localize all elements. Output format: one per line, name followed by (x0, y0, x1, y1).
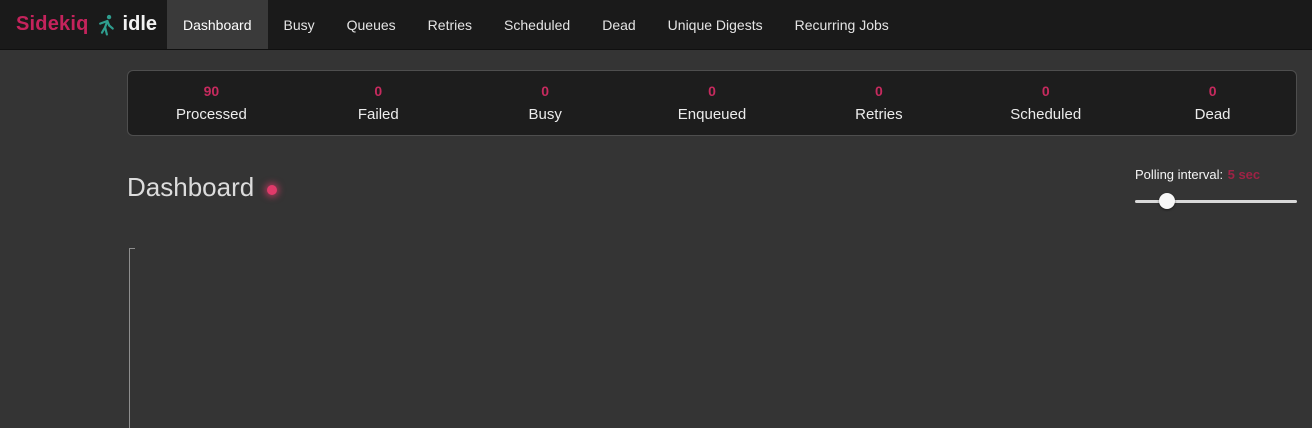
stat-retries-label: Retries (795, 106, 962, 123)
stat-scheduled-value: 0 (962, 83, 1129, 99)
stat-failed-value: 0 (295, 83, 462, 99)
live-beacon-dot (267, 185, 277, 195)
stat-retries-value: 0 (795, 83, 962, 99)
status-text: idle (123, 13, 157, 36)
nav-item-unique-digests[interactable]: Unique Digests (652, 0, 779, 49)
chart-y-axis (129, 248, 130, 428)
main-container: 90 Processed 0 Failed 0 Busy 0 Enqueued … (127, 70, 1297, 428)
stats-summary-bar: 90 Processed 0 Failed 0 Busy 0 Enqueued … (127, 70, 1297, 136)
nav-item-dead[interactable]: Dead (586, 0, 651, 49)
realtime-dashboard-chart (127, 248, 1297, 428)
stat-busy-label: Busy (462, 106, 629, 123)
stat-processed-value: 90 (128, 83, 295, 99)
stat-retries[interactable]: 0 Retries (795, 83, 962, 123)
polling-interval-control: Polling interval: 5 sec (1135, 166, 1297, 209)
brand-title: Sidekiq (16, 13, 89, 36)
nav-list: Dashboard Busy Queues Retries Scheduled … (167, 0, 905, 49)
stat-enqueued-value: 0 (629, 83, 796, 99)
stat-enqueued-label: Enqueued (629, 106, 796, 123)
page-title: Dashboard (127, 172, 254, 203)
polling-interval-value[interactable]: 5 sec (1228, 167, 1261, 182)
nav-item-busy[interactable]: Busy (268, 0, 331, 49)
nav-item-retries[interactable]: Retries (412, 0, 488, 49)
nav-item-scheduled[interactable]: Scheduled (488, 0, 586, 49)
stat-processed[interactable]: 90 Processed (128, 83, 295, 123)
stat-scheduled[interactable]: 0 Scheduled (962, 83, 1129, 123)
polling-interval-slider[interactable] (1135, 193, 1297, 209)
stat-processed-label: Processed (128, 106, 295, 123)
sidekiq-figure-icon (97, 13, 115, 37)
stat-dead[interactable]: 0 Dead (1129, 83, 1296, 123)
navbar: Sidekiq idle Dashboard Busy Queues Retri… (0, 0, 1312, 50)
stat-failed-label: Failed (295, 106, 462, 123)
brand-link[interactable]: Sidekiq idle (0, 0, 167, 49)
nav-item-dashboard[interactable]: Dashboard (167, 0, 268, 49)
stat-dead-label: Dead (1129, 106, 1296, 123)
stat-failed[interactable]: 0 Failed (295, 83, 462, 123)
page-title-wrap: Dashboard (127, 166, 1297, 203)
nav-item-recurring-jobs[interactable]: Recurring Jobs (779, 0, 905, 49)
slider-thumb[interactable] (1159, 193, 1175, 209)
page-header: Dashboard Polling interval: 5 sec (127, 166, 1297, 218)
stat-dead-value: 0 (1129, 83, 1296, 99)
polling-interval-label: Polling interval: (1135, 167, 1223, 182)
stat-busy[interactable]: 0 Busy (462, 83, 629, 123)
stat-enqueued[interactable]: 0 Enqueued (629, 83, 796, 123)
stat-busy-value: 0 (462, 83, 629, 99)
stat-scheduled-label: Scheduled (962, 106, 1129, 123)
nav-item-queues[interactable]: Queues (331, 0, 412, 49)
